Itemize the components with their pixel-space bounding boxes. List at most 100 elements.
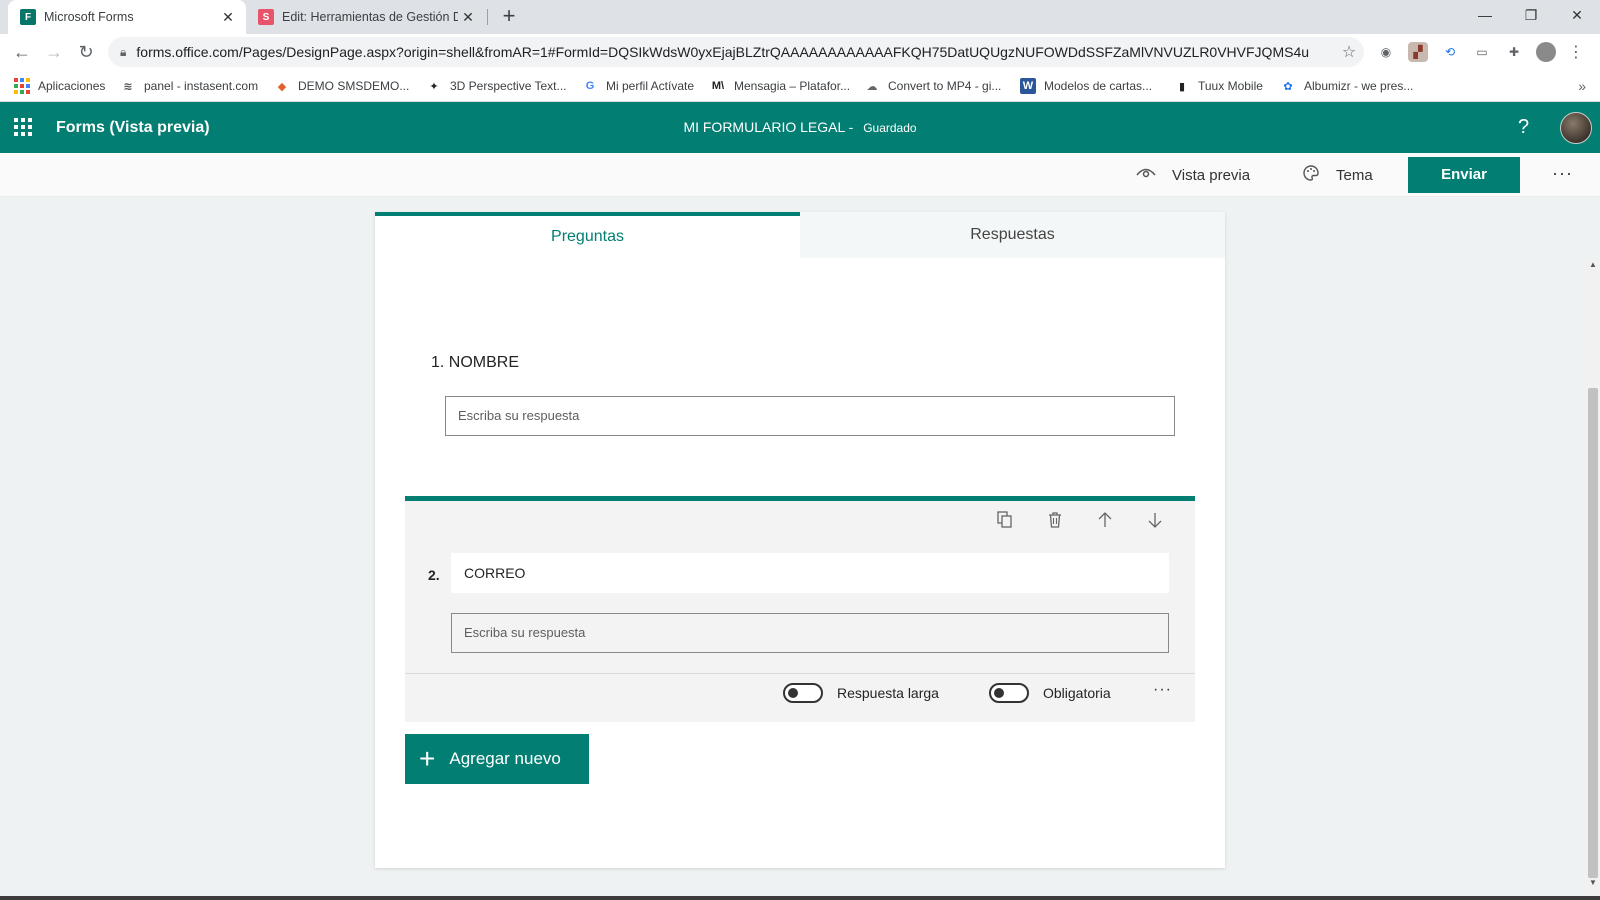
long-answer-toggle[interactable] xyxy=(783,683,823,703)
bookmark-instasent[interactable]: ≋ panel - instasent.com xyxy=(120,70,258,102)
bookmark-mi-perfil[interactable]: G Mi perfil Actívate xyxy=(582,70,694,102)
question-text: NOMBRE xyxy=(448,354,520,371)
bookmark-label: DEMO SMSDEMO... xyxy=(298,79,410,93)
preview-label: Vista previa xyxy=(1172,166,1251,184)
required-toggle[interactable] xyxy=(989,683,1029,703)
restore-icon[interactable]: ❐ xyxy=(1508,0,1554,30)
bookmark-star-icon[interactable]: ☆ xyxy=(1334,42,1364,62)
form-title-bar: MI FORMULARIO LEGAL - Guardado xyxy=(0,102,1600,154)
bookmark-mensagia[interactable]: M\ Mensagia – Platafor... xyxy=(710,70,850,102)
lock-icon: 🔒︎ xyxy=(120,44,127,59)
more-bookmarks-icon[interactable]: » xyxy=(1578,78,1586,94)
sms-demo-icon: ◆ xyxy=(277,80,287,93)
question-more-icon[interactable]: ··· xyxy=(1153,681,1172,699)
apps-grid-icon xyxy=(14,78,30,94)
forms-header: Forms (Vista previa) MI FORMULARIO LEGAL… xyxy=(0,102,1600,153)
tab-preguntas[interactable]: Preguntas xyxy=(375,212,800,258)
close-tab-icon[interactable]: ✕ xyxy=(458,9,478,26)
reload-icon[interactable]: ↻ xyxy=(72,38,100,66)
google-icon: G xyxy=(585,80,595,92)
bookmark-label: Modelos de cartas... xyxy=(1044,79,1153,93)
extension-3-icon[interactable]: ⟲ xyxy=(1440,42,1460,62)
send-button[interactable]: Enviar xyxy=(1408,157,1520,193)
bookmark-label: 3D Perspective Text... xyxy=(450,79,567,93)
question-toolbar xyxy=(995,511,1165,535)
bookmark-label: Convert to MP4 - gi... xyxy=(888,79,1002,93)
bookmark-3d-text[interactable]: ✦ 3D Perspective Text... xyxy=(426,70,567,102)
back-arrow-icon[interactable]: ← xyxy=(8,38,36,66)
form-tabs: Preguntas Respuestas xyxy=(375,212,1225,258)
help-icon[interactable]: ? xyxy=(1518,102,1529,153)
tab-respuestas[interactable]: Respuestas xyxy=(800,212,1225,258)
theme-button[interactable]: Tema xyxy=(1302,153,1373,197)
question-2-answer-input[interactable]: Escriba su respuesta xyxy=(451,613,1169,653)
albumizr-icon: ✿ xyxy=(1283,80,1293,93)
site-favicon-icon: S xyxy=(258,9,274,25)
delete-question-icon[interactable] xyxy=(1045,511,1065,535)
bookmark-modelos-cartas[interactable]: W Modelos de cartas... xyxy=(1020,70,1152,102)
bookmark-label: Aplicaciones xyxy=(38,79,106,93)
bookmarks-bar: Aplicaciones ≋ panel - instasent.com ◆ D… xyxy=(0,70,1600,102)
palette-icon xyxy=(1302,164,1320,187)
save-status: Guardado xyxy=(863,121,917,135)
puzzle-extensions-icon[interactable]: ✚ xyxy=(1504,42,1524,62)
extension-1-icon[interactable]: ◉ xyxy=(1376,42,1396,62)
scroll-thumb[interactable] xyxy=(1588,388,1598,878)
3d-text-icon: ✦ xyxy=(429,80,439,93)
address-bar[interactable]: 🔒︎ forms.office.com/Pages/DesignPage.asp… xyxy=(108,37,1364,67)
question-number: 1. xyxy=(431,354,445,371)
preview-button[interactable]: Vista previa xyxy=(1136,153,1250,197)
word-icon: W xyxy=(1020,78,1036,94)
user-avatar[interactable] xyxy=(1560,112,1592,144)
browser-tab-edit[interactable]: S Edit: Herramientas de Gestión Di ✕ xyxy=(246,0,486,34)
browser-menu-icon[interactable]: ⋮ xyxy=(1566,42,1586,62)
bookmark-label: Mensagia – Platafor... xyxy=(734,79,851,93)
profile-avatar-icon[interactable] xyxy=(1536,42,1556,62)
question-1-answer-input[interactable]: Escriba su respuesta xyxy=(445,396,1175,436)
tab-title: Microsoft Forms xyxy=(44,10,134,24)
bookmark-label: Mi perfil Actívate xyxy=(606,79,695,93)
scroll-down-arrow-icon[interactable]: ▼ xyxy=(1586,876,1600,890)
close-window-icon[interactable]: ✕ xyxy=(1554,0,1600,30)
minimize-icon[interactable]: — xyxy=(1462,0,1508,30)
bookmark-label: Tuux Mobile xyxy=(1198,79,1263,93)
required-option[interactable]: Obligatoria xyxy=(989,683,1111,703)
forms-favicon-icon: F xyxy=(20,9,36,25)
new-tab-plus-icon[interactable]: + xyxy=(496,4,522,30)
question-2-title-input[interactable]: CORREO xyxy=(451,553,1169,593)
bookmark-aplicaciones[interactable]: Aplicaciones xyxy=(14,70,105,102)
close-tab-icon[interactable]: ✕ xyxy=(218,9,238,26)
add-new-label: Agregar nuevo xyxy=(449,749,561,768)
move-down-icon[interactable] xyxy=(1145,511,1165,535)
form-card: Preguntas Respuestas 1. NOMBRE Escriba s… xyxy=(375,212,1225,868)
instasent-icon: ≋ xyxy=(123,80,133,93)
long-answer-label: Respuesta larga xyxy=(837,685,939,701)
bookmark-smsdemo[interactable]: ◆ DEMO SMSDEMO... xyxy=(274,70,410,102)
long-answer-option[interactable]: Respuesta larga xyxy=(783,683,939,703)
copy-question-icon[interactable] xyxy=(995,511,1015,535)
page-scrollbar[interactable]: ▲ ▼ xyxy=(1586,258,1600,900)
question-number: 2. xyxy=(428,567,440,583)
question-2-editor[interactable]: 2. CORREO Escriba su respuesta Respuesta… xyxy=(405,496,1195,722)
tuux-icon: ▮ xyxy=(1178,80,1186,93)
question-1-title[interactable]: 1. NOMBRE xyxy=(431,354,519,372)
cast-icon[interactable]: ▭ xyxy=(1472,42,1492,62)
add-new-button[interactable]: + Agregar nuevo xyxy=(405,734,589,784)
browser-tabstrip: F Microsoft Forms ✕ S Edit: Herramientas… xyxy=(0,0,1600,34)
bookmark-label: panel - instasent.com xyxy=(144,79,259,93)
bookmark-label: Albumizr - we pres... xyxy=(1304,79,1414,93)
forward-arrow-icon[interactable]: → xyxy=(40,38,68,66)
bookmark-tuux[interactable]: ▮ Tuux Mobile xyxy=(1174,70,1263,102)
title-separator: - xyxy=(844,119,858,135)
browser-tab-forms[interactable]: F Microsoft Forms ✕ xyxy=(8,0,246,34)
extension-2-icon[interactable]: ▞ xyxy=(1408,42,1428,62)
convert-icon: ☁ xyxy=(866,80,878,93)
theme-label: Tema xyxy=(1336,166,1373,184)
more-options-icon[interactable]: ··· xyxy=(1552,153,1573,193)
bookmark-convert-mp4[interactable]: ☁ Convert to MP4 - gi... xyxy=(864,70,1002,102)
required-label: Obligatoria xyxy=(1043,685,1111,701)
move-up-icon[interactable] xyxy=(1095,511,1115,535)
bookmark-albumizr[interactable]: ✿ Albumizr - we pres... xyxy=(1280,70,1413,102)
mensagia-icon: M\ xyxy=(711,80,725,92)
scroll-up-arrow-icon[interactable]: ▲ xyxy=(1586,258,1600,272)
